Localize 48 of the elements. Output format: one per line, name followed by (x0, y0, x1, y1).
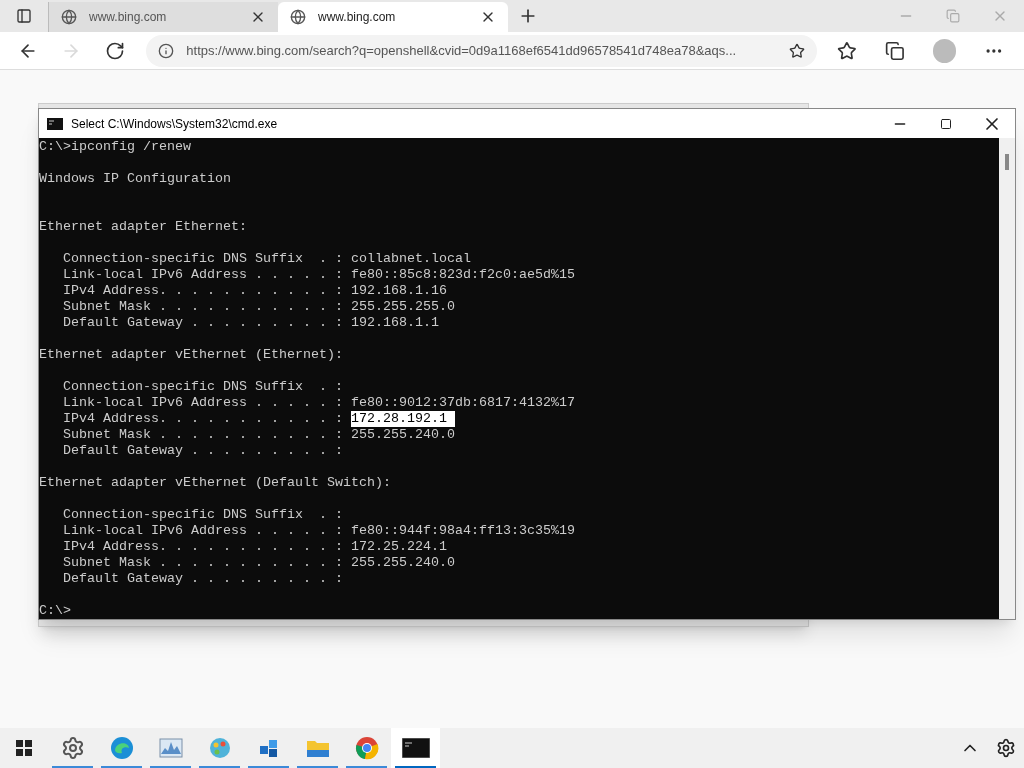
browser-tab[interactable]: www.bing.com (278, 2, 508, 32)
window-title: Select C:\Windows\System32\cmd.exe (71, 115, 278, 133)
info-icon (158, 42, 175, 59)
page-icon (61, 9, 77, 25)
url-text: https://www.bing.com/search?q=openshell&cvid=0d9a1168ef6541dd96578541d748ea78&aqs... (186, 41, 737, 60)
console-line: Default Gateway . . . . . . . . . : (62, 571, 343, 587)
console-line: Link-local IPv6 Address . . . . . : fe80::9012:37db:6817:4132%17 (62, 395, 575, 411)
maximize-icon[interactable] (940, 117, 952, 130)
terminal-icon (401, 738, 430, 758)
collections-icon[interactable] (884, 40, 905, 61)
console-line: Ethernet adapter vEthernet (Ethernet): (39, 347, 343, 363)
console-line: IPv4 Address. . . . . . . . . . . : (62, 411, 344, 427)
chart-window-icon (158, 736, 183, 760)
console-line: Connection-specific DNS Suffix . : (62, 379, 343, 395)
tab-title: www.bing.com (318, 9, 397, 26)
console-line: Link-local IPv6 Address . . . . . : fe80::85c8:823d:f2c0:ae5d%15 (62, 267, 575, 283)
browser-tab[interactable]: www.bing.com (48, 2, 278, 32)
add-favorite-icon[interactable] (789, 42, 806, 59)
windows-logo-icon[interactable] (16, 740, 32, 756)
terminal-icon (47, 117, 63, 130)
gear-icon[interactable] (996, 738, 1016, 758)
scrollbar[interactable] (999, 138, 1015, 619)
console-line: Default Gateway . . . . . . . . . : (62, 443, 343, 459)
gear-icon (60, 736, 85, 760)
favorites-icon[interactable] (837, 40, 857, 61)
selected-text: 172.28.192.1 (350, 411, 455, 427)
taskbar-app[interactable] (391, 728, 440, 768)
console-line: Default Gateway . . . . . . . . . : 192.168.1.1 (62, 315, 439, 331)
palette-icon (207, 736, 232, 760)
console-line: Ethernet adapter Ethernet: (39, 219, 247, 235)
console-line: Connection-specific DNS Suffix . : (62, 507, 343, 523)
wave-logo-icon (109, 736, 134, 760)
console-line: IPv4 Address. . . . . . . . . . . : 172.25.224.1 (62, 539, 447, 555)
console-line: C:\>ipconfig /renew (39, 139, 191, 155)
address-bar[interactable]: https://www.bing.com/search?q=openshell&cvid=0d9a1168ef6541dd96578541d748ea78&aqs... (146, 34, 818, 67)
round-logo-icon (354, 736, 379, 760)
console-line: Subnet Mask . . . . . . . . . . . : 255.255.240.0 (62, 555, 455, 571)
tab-actions-icon[interactable] (16, 8, 32, 24)
page-icon (290, 9, 306, 25)
console-line: Connection-specific DNS Suffix . : collabnet.local (62, 251, 471, 267)
console-line: C:\> (39, 603, 71, 619)
console-line: IPv4 Address. . . . . . . . . . . : 192.168.1.16 (62, 283, 447, 299)
console-line: Subnet Mask . . . . . . . . . . . : 255.255.255.0 (62, 299, 455, 315)
console-line: Link-local IPv6 Address . . . . . : fe80::944f:98a4:ff13:3c35%19 (62, 523, 575, 539)
console-line: Windows IP Configuration (39, 171, 231, 187)
tab-title: www.bing.com (89, 9, 168, 26)
console-line: Ethernet adapter vEthernet (Default Switch): (39, 475, 391, 491)
console-line: Subnet Mask . . . . . . . . . . . : 255.255.240.0 (62, 427, 455, 443)
